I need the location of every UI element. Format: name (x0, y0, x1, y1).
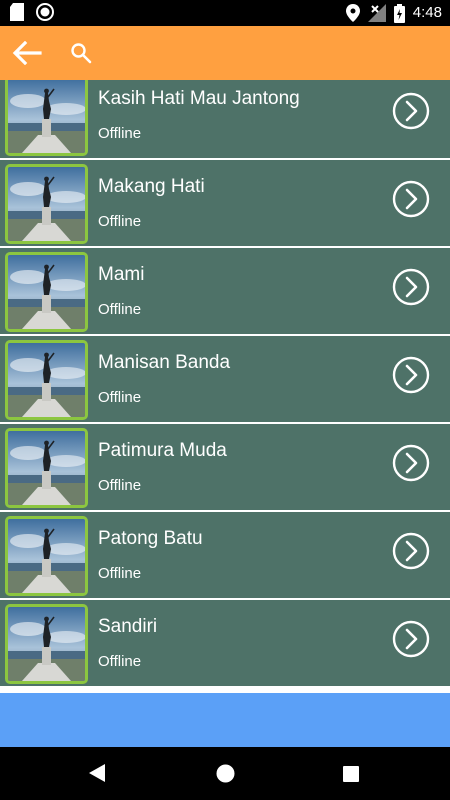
nav-back-button[interactable] (88, 763, 106, 788)
chevron-right-icon (392, 180, 430, 218)
statue-thumbnail-image (8, 80, 85, 153)
nav-recents-button[interactable] (343, 766, 359, 787)
song-list-item[interactable]: Manisan Banda Offline (0, 336, 450, 422)
chevron-right-icon (392, 620, 430, 658)
chevron-right-icon (392, 356, 430, 394)
circle-notification-icon (36, 3, 54, 21)
song-status: Offline (98, 653, 142, 670)
song-list-item[interactable]: Mami Offline (0, 248, 450, 334)
status-bar: 4:48 (0, 0, 450, 26)
battery-charging-icon (393, 3, 405, 23)
song-title: Mami (98, 264, 145, 285)
song-thumbnail (5, 428, 88, 508)
song-title: Kasih Hati Mau Jantong (98, 88, 300, 109)
song-thumbnail (5, 516, 88, 596)
song-status: Offline (98, 213, 142, 230)
statue-thumbnail-image (8, 255, 85, 329)
song-thumbnail (5, 252, 88, 332)
song-list-item[interactable]: Patimura Muda Offline (0, 424, 450, 510)
toolbar (0, 26, 450, 80)
no-signal-icon (367, 4, 386, 22)
song-thumbnail (5, 340, 88, 420)
song-thumbnail (5, 164, 88, 244)
search-icon (71, 43, 92, 64)
search-button[interactable] (68, 40, 94, 66)
song-list-item[interactable]: Patong Batu Offline (0, 512, 450, 598)
song-status: Offline (98, 477, 142, 494)
arrow-back-icon (12, 41, 42, 65)
chevron-right-icon (392, 268, 430, 306)
song-thumbnail (5, 604, 88, 684)
location-icon (345, 4, 360, 22)
song-list: Kasih Hati Mau Jantong Offline Makang Hati… (0, 80, 450, 688)
sd-card-icon (10, 3, 24, 21)
song-title: Patimura Muda (98, 440, 227, 461)
back-button[interactable] (10, 38, 44, 68)
song-title: Makang Hati (98, 176, 205, 197)
statue-thumbnail-image (8, 431, 85, 505)
song-title: Sandiri (98, 616, 158, 637)
song-list-item[interactable]: Sandiri Offline (0, 600, 450, 686)
song-list-item[interactable]: Makang Hati Offline (0, 160, 450, 246)
status-time: 4:48 (412, 4, 442, 21)
song-list-item[interactable]: Kasih Hati Mau Jantong Offline (0, 80, 450, 158)
chevron-right-icon (392, 532, 430, 570)
statue-thumbnail-image (8, 167, 85, 241)
song-thumbnail (5, 80, 88, 156)
nav-back-icon (89, 764, 105, 782)
song-status: Offline (98, 389, 142, 406)
navigation-bar (0, 747, 450, 800)
statue-thumbnail-image (8, 519, 85, 593)
song-title: Manisan Banda (98, 352, 231, 373)
statue-thumbnail-image (8, 607, 85, 681)
nav-home-icon (216, 764, 235, 783)
nav-recents-icon (343, 766, 359, 782)
ad-banner[interactable] (0, 693, 450, 747)
song-status: Offline (98, 565, 142, 582)
chevron-right-icon (392, 444, 430, 482)
statue-thumbnail-image (8, 343, 85, 417)
song-title: Patong Batu (98, 528, 203, 549)
song-status: Offline (98, 125, 142, 142)
nav-home-button[interactable] (216, 764, 235, 788)
song-status: Offline (98, 301, 142, 318)
chevron-right-icon (392, 92, 430, 130)
